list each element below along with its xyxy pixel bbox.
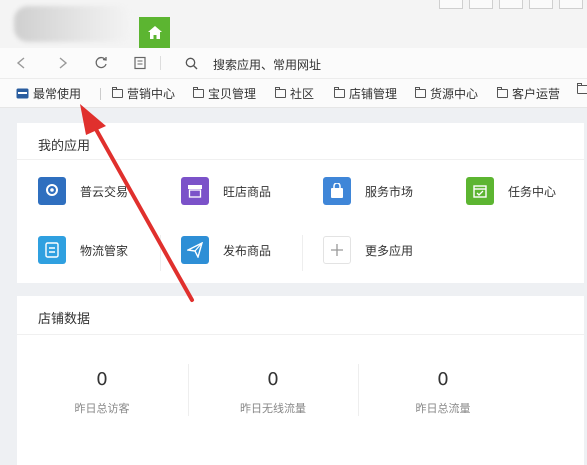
annotation-arrow	[80, 104, 194, 302]
